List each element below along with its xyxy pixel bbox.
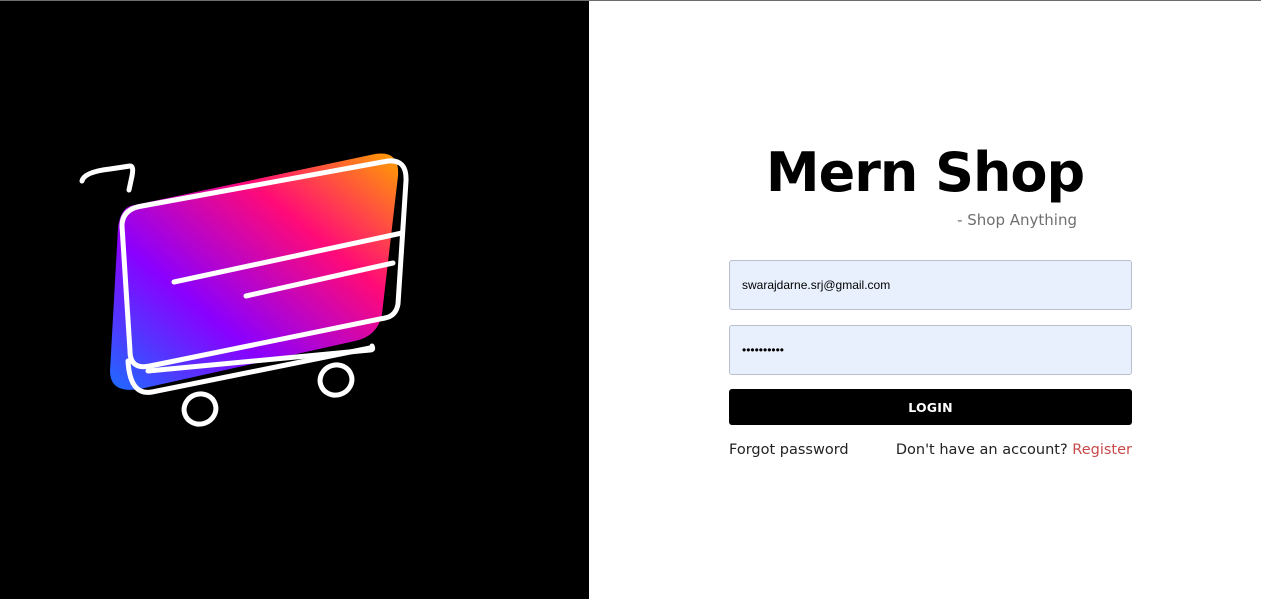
brand-tagline: - Shop Anything (957, 211, 1077, 229)
login-form: LOGIN Forgot password Don't have an acco… (729, 260, 1132, 462)
login-button[interactable]: LOGIN (729, 389, 1132, 425)
register-prompt: Don't have an account? Register (896, 442, 1132, 458)
email-field[interactable] (729, 260, 1132, 310)
form-links: Forgot password Don't have an account? R… (729, 442, 1132, 462)
no-account-text: Don't have an account? (895, 442, 1073, 458)
login-page: Mern Shop - Shop Anything LOGIN Forgot p… (0, 0, 1261, 599)
login-panel: Mern Shop - Shop Anything LOGIN Forgot p… (589, 1, 1261, 599)
forgot-password-link[interactable]: Forgot password (729, 442, 849, 458)
hero-panel (0, 1, 589, 599)
register-link[interactable]: Register (1072, 442, 1132, 458)
password-field[interactable] (729, 325, 1132, 375)
shopping-cart-icon (79, 153, 409, 427)
brand-title: Mern Shop (765, 141, 1085, 204)
